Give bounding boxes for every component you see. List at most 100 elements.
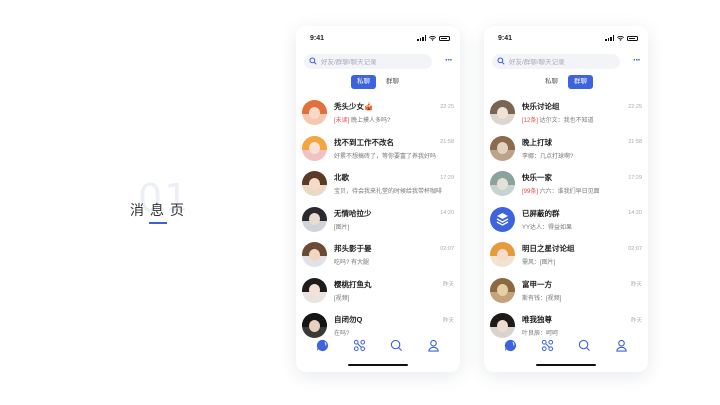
message-time: 昨天 — [630, 282, 642, 289]
unread-tag: [12条] — [522, 118, 539, 125]
unread-tag: [未读] — [334, 118, 350, 125]
nav-share[interactable] — [541, 339, 554, 352]
status-time: 9:41 — [498, 34, 513, 42]
profile-icon — [428, 339, 439, 352]
message-preview: 六六：谁我们早日见面 — [538, 189, 600, 196]
contact-name: 樱桃打鱼丸 — [334, 279, 372, 289]
phone-private-chats: 9:41 好友/群聊/聊天记录 ··· 私聊 群聊 秃头少女🎪 22:25 [未读… — [296, 26, 460, 372]
message-time: 昨天 — [630, 317, 642, 324]
message-preview: 宝贝，待会我来扎堂的时候给我带杯咖啡 — [334, 189, 443, 196]
chat-list-item[interactable]: 快乐一家 17:29 [99条] 六六：谁我们早日见面 — [484, 166, 648, 202]
chat-icon — [316, 339, 329, 351]
status-bar: 9:41 — [296, 26, 460, 50]
avatar — [302, 277, 327, 303]
more-icon[interactable]: ··· — [626, 56, 641, 66]
tab-private[interactable]: 私聊 — [539, 75, 564, 89]
search-input[interactable]: 好友/群聊/聊天记录 — [492, 53, 620, 69]
message-preview: 需风：[图片] — [522, 260, 556, 267]
chat-list-item[interactable]: 邦头影于晏 02:07 吃吗? 有大腿 — [296, 237, 460, 273]
chat-list-item[interactable]: 樱桃打鱼丸 昨天 [视频] — [296, 273, 460, 309]
search-icon — [497, 57, 505, 65]
status-bar: 9:41 — [484, 26, 648, 50]
section-title: 消息页 — [130, 203, 190, 219]
contact-name: 自闭勿Q — [334, 315, 363, 325]
message-time: 17:29 — [628, 174, 642, 181]
chat-list: 秃头少女🎪 22:25 [未读] 晚上摸人多吗? 找不到工作不改名 21:58 好累… — [296, 95, 460, 344]
more-icon[interactable]: ··· — [438, 56, 453, 66]
wifi-icon — [429, 35, 436, 41]
chat-list-item[interactable]: 无情哈拉少 14:20 [图片] — [296, 202, 460, 238]
unread-tag: [99条] — [522, 189, 539, 196]
group-name: 快乐一家 — [522, 173, 552, 183]
contact-name: 无情哈拉少 — [334, 208, 372, 218]
message-time: 14:20 — [440, 210, 454, 217]
contact-name: 找不到工作不改名 — [334, 137, 394, 147]
bottom-nav — [484, 334, 648, 356]
message-time: 14:20 — [628, 210, 642, 217]
nav-profile[interactable] — [615, 339, 628, 352]
home-indicator — [348, 363, 408, 366]
profile-icon — [616, 339, 627, 352]
message-time: 昨天 — [442, 317, 454, 324]
message-preview: [图片] — [334, 224, 350, 231]
message-time: 22:25 — [440, 103, 454, 110]
message-time: 17:29 — [440, 174, 454, 181]
chat-list-item[interactable]: 晚上打球 21:58 李娜：几点打球啊? — [484, 131, 648, 167]
chat-list-item[interactable]: 秃头少女🎪 22:25 [未读] 晚上摸人多吗? — [296, 95, 460, 131]
group-name: 已屏蔽的群 — [522, 208, 560, 218]
tab-private[interactable]: 私聊 — [351, 75, 376, 89]
avatar — [490, 277, 515, 303]
message-preview: [视频] — [334, 295, 350, 302]
nav-search[interactable] — [578, 339, 591, 352]
message-time: 02:07 — [628, 245, 642, 252]
chat-list-item[interactable]: 北歌 17:29 宝贝，待会我来扎堂的时候给我带杯咖啡 — [296, 166, 460, 202]
avatar — [302, 171, 327, 197]
search-icon — [309, 57, 317, 65]
chat-list: 快乐讨论组 22:25 [12条] 达尔文：我也不知道 晚上打球 21:58 李娜：… — [484, 95, 648, 344]
share-icon — [541, 339, 554, 351]
chat-list-item[interactable]: 快乐讨论组 22:25 [12条] 达尔文：我也不知道 — [484, 95, 648, 131]
avatar — [490, 242, 515, 268]
message-time: 02:07 — [440, 245, 454, 252]
nav-chat[interactable] — [504, 339, 517, 352]
chat-list-item[interactable]: 找不到工作不改名 21:58 好累不想搞砖了，等你要富了养我好吗 — [296, 131, 460, 167]
search-icon — [578, 339, 591, 351]
wifi-icon — [617, 35, 624, 41]
message-preview: 好累不想搞砖了，等你要富了养我好吗 — [334, 153, 437, 160]
search-placeholder: 好友/群聊/聊天记录 — [321, 59, 377, 66]
avatar — [302, 135, 327, 161]
message-time: 21:58 — [440, 139, 454, 146]
avatar — [302, 100, 327, 126]
signal-icon — [417, 35, 426, 41]
search-input[interactable]: 好友/群聊/聊天记录 — [304, 53, 432, 69]
tab-group[interactable]: 群聊 — [380, 75, 405, 89]
search-placeholder: 好友/群聊/聊天记录 — [509, 59, 565, 66]
group-name: 富甲一方 — [522, 279, 552, 289]
home-indicator — [536, 363, 596, 366]
nav-chat[interactable] — [316, 339, 329, 352]
page-section-label: 01 消息页 — [126, 176, 198, 230]
avatar — [302, 242, 327, 268]
contact-name: 北歌 — [334, 173, 349, 183]
title-underline — [149, 222, 167, 224]
phone-group-chats: 9:41 好友/群聊/聊天记录 ··· 私聊 群聊 快乐讨论组 22:25 [12… — [484, 26, 648, 372]
chat-list-item[interactable]: 明日之星讨论组 02:07 需风：[图片] — [484, 237, 648, 273]
chat-list-item[interactable]: 已屏蔽的群 14:20 YY达人：得益如果 — [484, 202, 648, 238]
contact-name: 邦头影于晏 — [334, 244, 372, 254]
nav-share[interactable] — [353, 339, 366, 352]
nav-search[interactable] — [390, 339, 403, 352]
message-preview: 李娜：几点打球啊? — [522, 153, 574, 160]
message-preview: YY达人：得益如果 — [522, 224, 573, 231]
battery-icon — [627, 35, 638, 41]
battery-icon — [439, 35, 450, 41]
nav-profile[interactable] — [427, 339, 440, 352]
bottom-nav — [296, 334, 460, 356]
message-preview: 吃吗? 有大腿 — [334, 260, 370, 267]
avatar — [302, 206, 327, 232]
message-preview: 达尔文：我也不知道 — [538, 118, 594, 125]
avatar — [490, 100, 515, 126]
chat-list-item[interactable]: 富甲一方 昨天 斯有钱：[视频] — [484, 273, 648, 309]
message-time: 昨天 — [442, 282, 454, 289]
tab-group[interactable]: 群聊 — [568, 75, 593, 89]
group-name: 明日之星讨论组 — [522, 244, 575, 254]
